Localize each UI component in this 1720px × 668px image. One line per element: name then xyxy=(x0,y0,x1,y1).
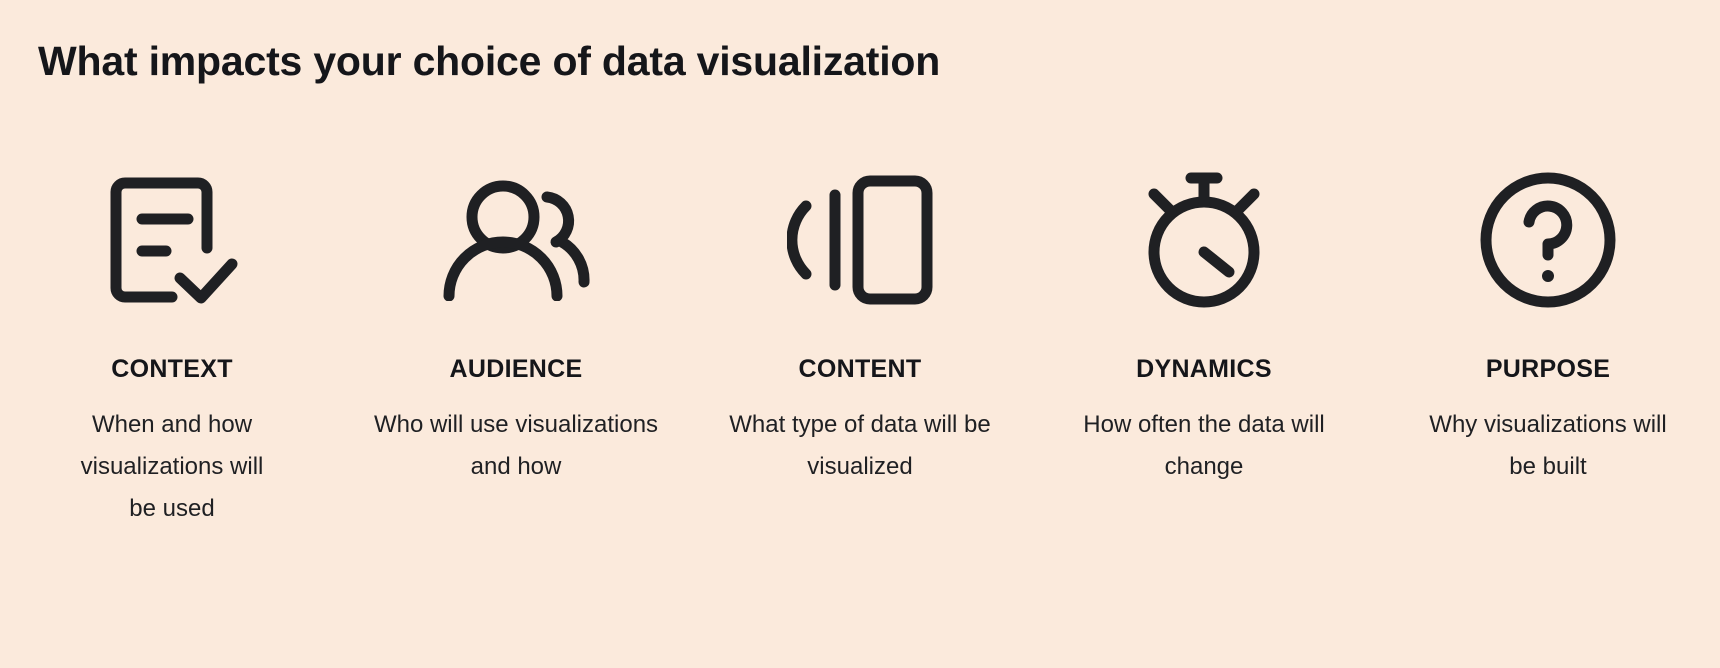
column-content: CONTENT What type of data will be visual… xyxy=(688,165,1032,488)
infographic-page: What impacts your choice of data visuali… xyxy=(0,0,1720,668)
stopwatch-icon xyxy=(1138,165,1270,315)
column-text-content: What type of data will be visualized xyxy=(729,411,991,481)
users-icon xyxy=(441,165,591,315)
column-label-context: CONTEXT xyxy=(111,355,233,383)
column-audience: AUDIENCE Who will use visualizations and… xyxy=(344,165,688,488)
column-context: CONTEXT When and how visualizations will… xyxy=(0,165,344,531)
column-label-audience: AUDIENCE xyxy=(449,355,583,383)
document-check-icon xyxy=(106,165,238,315)
column-text-context: When and how visualizations will be used xyxy=(80,411,264,523)
card-stack-icon xyxy=(787,165,933,315)
column-label-purpose: PURPOSE xyxy=(1485,355,1611,383)
column-label-content: CONTENT xyxy=(798,355,922,383)
column-text-dynamics: How often the data will change xyxy=(1083,411,1325,481)
page-title: What impacts your choice of data visuali… xyxy=(38,38,941,84)
question-circle-icon xyxy=(1480,165,1616,315)
columns-row: CONTEXT When and how visualizations will… xyxy=(0,165,1720,531)
column-dynamics: DYNAMICS How often the data will change xyxy=(1032,165,1376,488)
column-purpose: PURPOSE Why visualizations will be built xyxy=(1376,165,1720,488)
column-text-audience: Who will use visualizations and how xyxy=(373,411,659,481)
column-text-purpose: Why visualizations will be built xyxy=(1429,411,1667,481)
column-label-dynamics: DYNAMICS xyxy=(1136,355,1272,383)
